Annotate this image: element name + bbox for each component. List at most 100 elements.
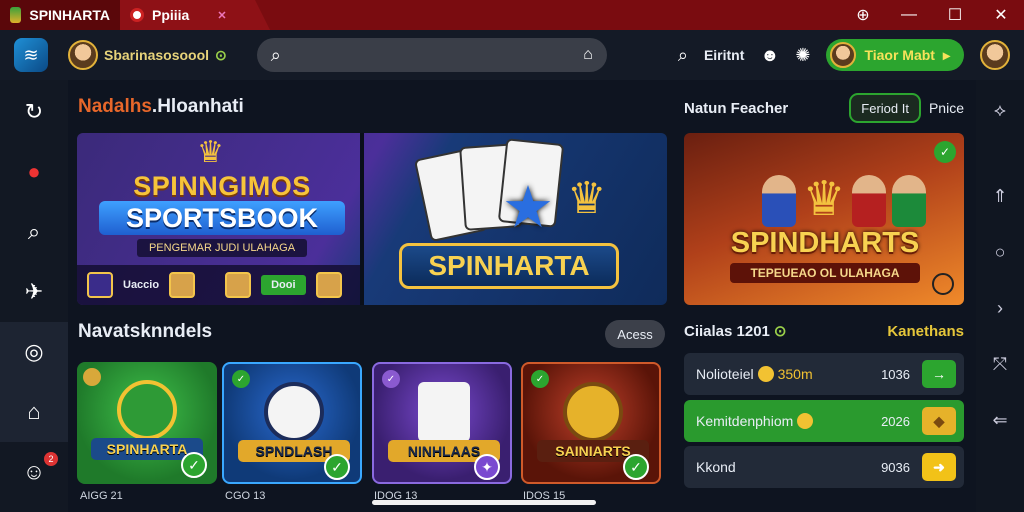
arrow-button[interactable]: → xyxy=(922,360,956,388)
featured-banner-subtitle: TEPEUEAO OL ULAHAGA xyxy=(730,263,920,283)
header-actions: ⌕ Eiritnt ☻ ✺ Tiaor Mabt ▸ xyxy=(678,39,1010,71)
game-tile-1[interactable]: SPINHARTA ✓ xyxy=(77,362,217,484)
banner-footer: Uaccio Dooi xyxy=(77,265,363,305)
player-figure xyxy=(891,175,926,227)
row-extra: 350m xyxy=(777,366,813,382)
zoom-icon[interactable]: ⊕ xyxy=(840,0,886,30)
pill-label: Tiaor Mabt xyxy=(864,47,935,63)
logo-icon[interactable]: ≋ xyxy=(14,38,48,72)
avatar[interactable] xyxy=(980,40,1010,70)
circle-icon[interactable]: ○ xyxy=(976,224,1024,280)
profile-pill[interactable]: Tiaor Mabt ▸ xyxy=(826,39,964,71)
row-value: 1036 xyxy=(881,366,910,382)
tile-caption: CGO 13 xyxy=(225,490,266,502)
tab-close-icon[interactable]: ✕ xyxy=(217,9,226,22)
price-label[interactable]: Pnice xyxy=(929,100,964,116)
sidebar-item-search[interactable]: ⌕ xyxy=(0,202,68,262)
check-icon[interactable]: ✓ xyxy=(324,454,350,480)
sidebar-item-profile[interactable]: ☺ 2 xyxy=(0,442,68,502)
badge-icon: ✓ xyxy=(531,370,549,388)
horizontal-scrollbar[interactable] xyxy=(372,500,596,505)
section-title: Nadalhs.Hloanhati xyxy=(78,96,244,118)
check-icon[interactable]: ✓ xyxy=(181,452,207,478)
ball-icon xyxy=(117,380,177,440)
info-icon: ⊙ xyxy=(773,323,787,340)
list-header-right[interactable]: Kanethans xyxy=(887,323,964,340)
sidebar-item-instagram[interactable]: ◎ xyxy=(0,322,68,382)
app-icon xyxy=(10,7,22,23)
up-icon[interactable]: ⇑ xyxy=(976,168,1024,224)
tab-secondary[interactable]: Ppiiia ✕ xyxy=(120,0,270,30)
access-button[interactable]: Acess xyxy=(605,320,665,348)
badge-icon: ✓ xyxy=(382,370,400,388)
avatar xyxy=(830,42,857,68)
search-icon[interactable]: ⌕ xyxy=(678,45,688,66)
thumbnail xyxy=(225,272,252,298)
search-bar[interactable]: ⌕ ⌂ xyxy=(256,38,607,72)
window-controls: ⊕ — ☐ ✕ xyxy=(840,0,1024,30)
rocket-icon: ✈ xyxy=(24,279,44,304)
tab-label: SPINHARTA xyxy=(29,7,110,23)
game-tile-2[interactable]: ✓ SPNDLASH ✓ xyxy=(222,362,362,484)
sidebar-item-home[interactable]: ⌂ xyxy=(0,382,68,442)
thumbnail xyxy=(87,272,113,298)
star-badge-icon[interactable]: ✦ xyxy=(474,454,500,480)
arrow-button[interactable]: ➜ xyxy=(922,453,956,481)
list-title: Ciialas 1201 xyxy=(684,322,770,340)
coin-icon xyxy=(797,413,814,429)
period-button[interactable]: Feriod It xyxy=(849,93,921,123)
featured-banner[interactable]: ♛ ✓ SPINDHARTS TEPEUEAO OL ULAHAGA xyxy=(684,133,964,305)
tab-label: Ppiiia xyxy=(152,7,190,23)
row-label: Kkond xyxy=(696,459,736,475)
thumbnail xyxy=(315,272,342,298)
trophy-icon: ♛ xyxy=(567,174,607,223)
notification-badge: 2 xyxy=(44,452,58,466)
tag-icon[interactable]: ⌂ xyxy=(583,46,593,64)
banner-divider xyxy=(360,133,364,305)
players-group: ♛ xyxy=(744,167,944,227)
medal-icon xyxy=(563,382,623,442)
hero-banner[interactable]: SPINNGIMOS SPORTSBOOK PENGEMAR JUDI ULAH… xyxy=(77,133,667,305)
tab-spinharta[interactable]: SPINHARTA xyxy=(0,0,120,30)
settings-icon[interactable]: ✺ xyxy=(795,45,810,66)
emoji-icon[interactable]: ☻ xyxy=(760,45,779,66)
game-tile-3[interactable]: ✓ NINHLAAS ✦ xyxy=(372,362,512,484)
gem-button[interactable]: ◆ xyxy=(922,407,956,435)
header-label[interactable]: Eiritnt xyxy=(704,47,744,63)
list-row-3[interactable]: Kkond 9036 ➜ xyxy=(684,446,964,488)
row-value: 9036 xyxy=(881,459,910,475)
banner-title: SPINNGIMOS xyxy=(133,171,311,201)
section-title-2: Navatsknndels xyxy=(78,321,213,342)
chevron-icon[interactable]: ⟡ xyxy=(976,82,1024,138)
next-icon[interactable]: › xyxy=(976,280,1024,336)
heart-card-icon xyxy=(418,382,470,442)
sidebar-item-sports[interactable]: ● xyxy=(0,142,68,202)
minimize-icon[interactable]: — xyxy=(886,0,932,30)
expand-icon[interactable]: ⤧ xyxy=(976,336,1024,392)
profile-icon: ☺ xyxy=(22,459,46,484)
check-icon[interactable]: ✓ xyxy=(623,454,649,480)
check-badge-icon: ✓ xyxy=(934,141,956,163)
history-icon: ↻ xyxy=(24,99,44,124)
coin-icon xyxy=(83,368,101,386)
location-icon: ⊙ xyxy=(215,46,227,63)
sidebar-item-history[interactable]: ↻ xyxy=(0,82,68,142)
user-chip[interactable]: Sbarinasosoool ⊙ xyxy=(68,40,227,70)
banner-brand: SPINHARTA xyxy=(399,243,619,289)
banner-footer-left[interactable]: Uaccio xyxy=(123,279,159,291)
ball-icon: ● xyxy=(27,159,41,184)
back-icon[interactable]: ⇐ xyxy=(976,392,1024,448)
banner-subtitle: PENGEMAR JUDI ULAHAGA xyxy=(137,239,307,257)
close-icon[interactable]: ✕ xyxy=(978,0,1024,30)
trophy-icon: ♛ xyxy=(802,173,846,226)
search-icon: ⌕ xyxy=(270,44,281,65)
sidebar-item-rocket[interactable]: ✈ xyxy=(0,262,68,322)
search-input[interactable] xyxy=(290,47,574,63)
maximize-icon[interactable]: ☐ xyxy=(932,0,978,30)
banner-footer-right[interactable]: Dooi xyxy=(261,275,306,295)
game-tile-4[interactable]: ✓ SAINIARTS ✓ xyxy=(521,362,661,484)
list-row-2[interactable]: Kemitdenphiom 2026 ◆ xyxy=(684,400,964,442)
list-row-1[interactable]: Nolioteiel 350m 1036 → xyxy=(684,353,964,395)
list-header: Ciialas 1201 ⊙ Kanethans xyxy=(684,322,964,341)
favicon-icon xyxy=(130,8,144,22)
